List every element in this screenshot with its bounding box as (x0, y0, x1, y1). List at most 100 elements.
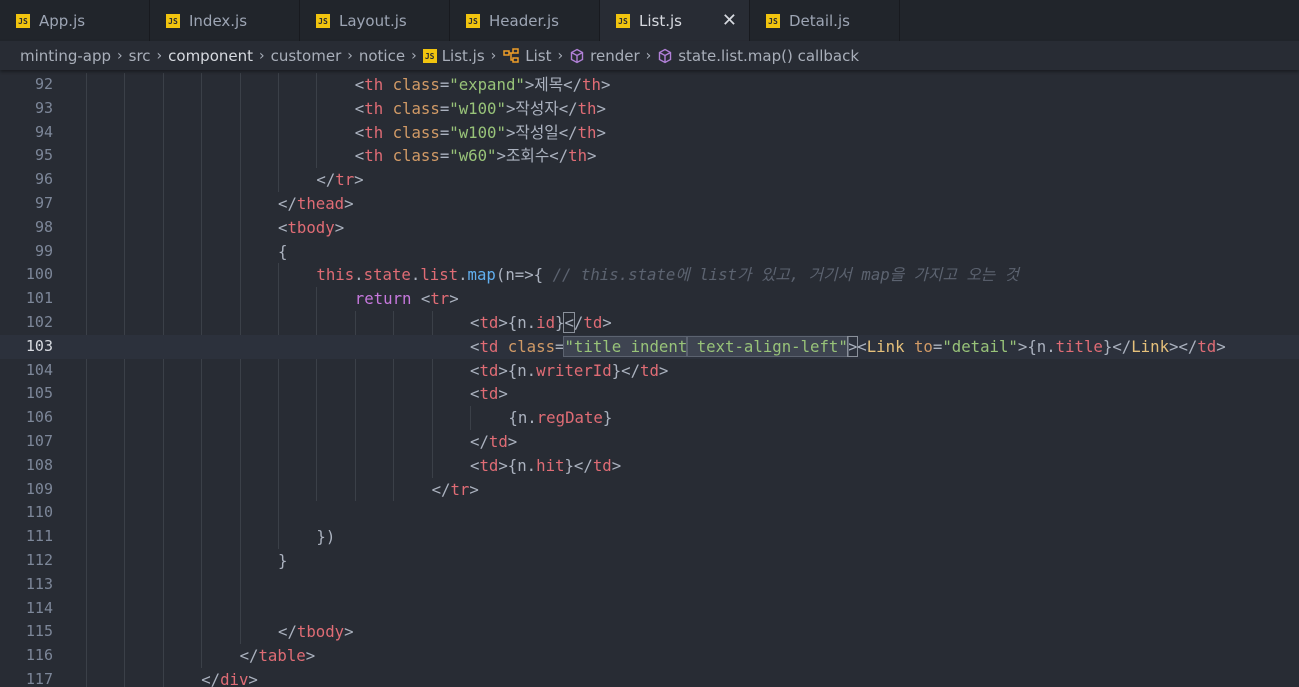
code-line[interactable]: 108 <td>{n.hit}</td> (0, 454, 1299, 478)
code-line[interactable]: 99 { (0, 240, 1299, 264)
code-token: >작성자</ (505, 98, 578, 118)
code-token: th (364, 98, 384, 118)
chevron-right-icon: › (259, 47, 265, 64)
code-line[interactable]: 106 {n.regDate} (0, 406, 1299, 430)
line-number: 111 (25, 527, 53, 546)
code-line[interactable]: 100 this.state.list.map(n=>{ // this.stat… (0, 263, 1299, 287)
code-line[interactable]: 117 </div> (0, 668, 1299, 687)
code-token: writerId (536, 360, 612, 380)
code-token: "title indent (563, 335, 689, 357)
js-file-icon: JS (166, 13, 180, 28)
code-token: to (913, 336, 933, 356)
code-text: < td class = "title indent text-align-left"… (470, 335, 1226, 359)
line-number: 106 (25, 408, 53, 427)
code-line[interactable]: 93 <th class="w100">작성자</th> (0, 97, 1299, 121)
code-text: } (278, 549, 287, 573)
tab-layout-js[interactable]: JS Layout.js (300, 0, 450, 41)
code-token: td (592, 455, 612, 475)
code-text: { (278, 240, 287, 264)
code-token: tr (335, 170, 355, 190)
line-number: 116 (25, 646, 53, 665)
code-line[interactable]: 113 (0, 573, 1299, 597)
code-line[interactable]: 110 (0, 501, 1299, 525)
breadcrumb-item-class[interactable]: List (525, 47, 551, 65)
code-line[interactable]: 98 <tbody> (0, 216, 1299, 240)
line-number: 105 (25, 384, 53, 403)
breadcrumb-item-callback[interactable]: state.list.map() callback (678, 47, 859, 65)
js-file-icon: JS (616, 13, 630, 28)
code-line[interactable]: 103 < td class = "title indent text-align-le… (0, 334, 1299, 359)
tab-header-js[interactable]: JS Header.js (450, 0, 600, 41)
chevron-right-icon: › (557, 47, 564, 64)
line-number: 117 (25, 670, 53, 687)
tab-label: Header.js (489, 11, 559, 30)
code-line[interactable]: 94 <th class="w100">작성일</th> (0, 121, 1299, 145)
tab-label: List.js (639, 11, 682, 30)
close-icon[interactable]: ✕ (722, 10, 737, 31)
code-line[interactable]: 107 </td> (0, 430, 1299, 454)
js-file-icon: JS (316, 13, 330, 28)
code-token: >{n. (498, 313, 537, 332)
breadcrumb-item-method[interactable]: render (590, 47, 640, 65)
code-token: >작성일</ (505, 122, 578, 142)
code-token: tbody (287, 217, 335, 237)
code-token: }) (316, 527, 336, 547)
method-cube-icon (657, 48, 673, 64)
code-token: ></ (1169, 336, 1198, 356)
code-token: >제목</ (524, 75, 583, 94)
code-line[interactable]: 111}) (0, 525, 1299, 549)
code-token: }</ (1102, 336, 1132, 356)
tab-detail-js[interactable]: JS Detail.js (750, 0, 900, 41)
code-token: td (1197, 336, 1217, 356)
code-line[interactable]: 105 <td> (0, 382, 1299, 406)
code-token: "w60" (449, 146, 497, 166)
code-token: td (479, 336, 499, 356)
breadcrumb-item-src[interactable]: src (129, 47, 151, 65)
breadcrumb-item-notice[interactable]: notice (359, 47, 405, 65)
code-line[interactable]: 96 </tr> (0, 168, 1299, 192)
code-token: < (411, 289, 431, 309)
code-token: title (1055, 336, 1103, 356)
tab-app-js[interactable]: JS App.js (0, 0, 150, 41)
code-line[interactable]: 114 (0, 597, 1299, 621)
code-line[interactable]: 92 <th class="expand">제목</th> (0, 73, 1299, 97)
code-line[interactable]: 95 <th class="w60">조회수</th> (0, 144, 1299, 168)
code-token: </ (239, 646, 259, 666)
js-file-icon: JS (766, 13, 780, 28)
breadcrumb-item-project[interactable]: minting-app (20, 47, 111, 65)
line-number: 103 (25, 336, 53, 355)
code-token: = (439, 146, 450, 166)
code-line[interactable]: 104 <td>{n.writerId}</td> (0, 359, 1299, 383)
breadcrumb-item-customer[interactable]: customer (271, 47, 342, 65)
tab-index-js[interactable]: JS Index.js (150, 0, 300, 41)
code-token: th (364, 75, 384, 94)
code-text: </tr> (432, 478, 479, 502)
code-token: regDate (536, 408, 603, 428)
code-text: </table> (240, 644, 316, 668)
code-line[interactable]: 102 <td>{n.id}</td> (0, 311, 1299, 335)
code-editor[interactable]: 92 <th class="expand">제목</th> 93 <th class=… (0, 70, 1299, 687)
code-token: </ (201, 670, 221, 687)
code-line[interactable]: 112} (0, 549, 1299, 573)
code-line[interactable]: 101 return <tr> (0, 287, 1299, 311)
code-text: <th class="w60">조회수</th> (355, 144, 597, 168)
code-token: Link (1131, 336, 1170, 356)
code-token: > (449, 289, 459, 309)
chevron-right-icon: › (411, 47, 417, 64)
tab-list-js[interactable]: JS List.js ✕ (600, 0, 750, 41)
line-number: 112 (25, 551, 53, 569)
code-line[interactable]: 109 </tr> (0, 478, 1299, 502)
code-line[interactable]: 116 </table> (0, 644, 1299, 668)
breadcrumb-item-file[interactable]: List.js (442, 47, 485, 65)
code-token: > (596, 122, 606, 142)
line-number: 115 (25, 622, 53, 641)
code-token: td (479, 360, 499, 380)
code-token: > (602, 313, 612, 332)
breadcrumb-item-component[interactable]: component (168, 47, 253, 65)
code-line[interactable]: 97 </thead> (0, 192, 1299, 216)
code-token: "w100" (449, 98, 506, 118)
code-line[interactable]: 115 </tbody> (0, 620, 1299, 644)
tab-label: App.js (39, 11, 86, 30)
